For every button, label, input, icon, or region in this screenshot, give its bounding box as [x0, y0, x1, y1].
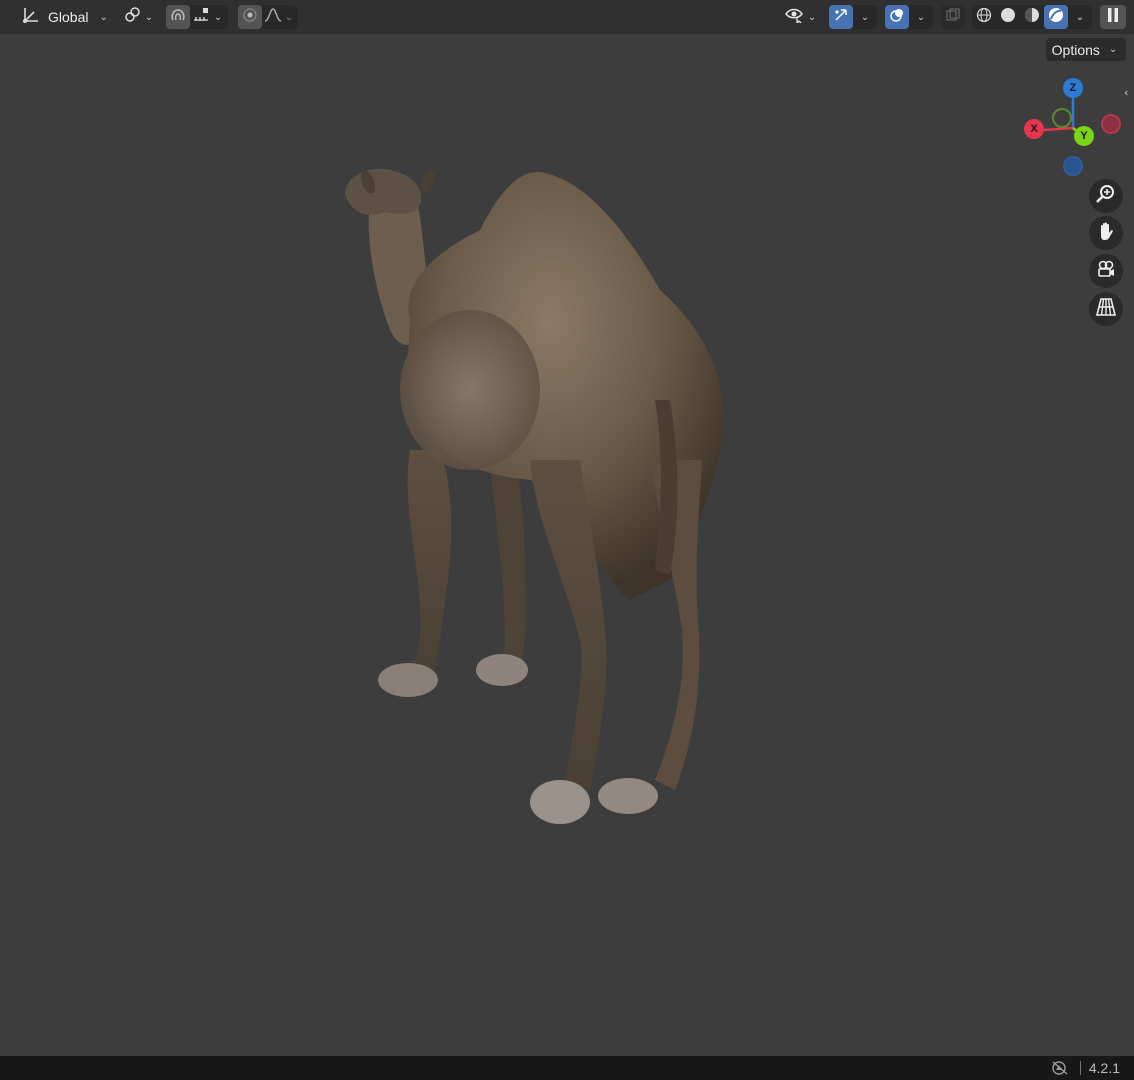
gizmo-dropdown[interactable]: ⌄: [853, 5, 877, 29]
gizmo-neg-y-axis[interactable]: [1052, 108, 1072, 128]
chevron-down-icon: ⌄: [144, 11, 154, 23]
pan-button[interactable]: [1089, 216, 1123, 250]
proportional-editing-toggle[interactable]: [238, 5, 262, 29]
version-label: 4.2.1: [1079, 1061, 1120, 1075]
overlays-toggle[interactable]: [885, 5, 909, 29]
pause-render-icon: [1106, 7, 1120, 27]
navigation-gizmo[interactable]: Z X Y: [1018, 74, 1128, 178]
chevron-down-icon: ⌄: [213, 11, 223, 23]
chevron-down-icon: ⌄: [916, 11, 926, 23]
chevron-down-icon: ⌄: [1075, 11, 1085, 23]
falloff-dropdown[interactable]: ⌄: [262, 5, 298, 29]
wireframe-shading-button[interactable]: [972, 5, 996, 29]
gizmo-y-label: Y: [1080, 130, 1088, 142]
snap-target-dropdown[interactable]: ⌄: [190, 5, 228, 29]
shading-dropdown[interactable]: ⌄: [1068, 5, 1092, 29]
perspective-toggle-button[interactable]: [1089, 292, 1123, 326]
rendered-shading-icon: [1048, 7, 1064, 27]
chevron-down-icon: ⌄: [1108, 44, 1118, 55]
chevron-down-icon: ⌄: [860, 11, 870, 23]
gizmo-neg-z-axis[interactable]: [1063, 156, 1083, 176]
gizmo-z-axis[interactable]: Z: [1063, 78, 1083, 98]
overlays-icon: [889, 7, 905, 27]
overlays-dropdown[interactable]: ⌄: [909, 5, 933, 29]
gizmo-toggle[interactable]: [829, 5, 853, 29]
pan-hand-icon: [1095, 220, 1117, 246]
xray-icon: [945, 7, 961, 27]
camel-3d-model[interactable]: [330, 160, 740, 840]
transform-orientation-icon: [22, 6, 40, 28]
selectability-visibility-icon: [784, 7, 805, 27]
pause-render-button[interactable]: [1100, 5, 1126, 29]
zoom-icon: [1095, 183, 1117, 209]
pivot-point-dropdown[interactable]: ⌄: [122, 5, 158, 29]
transform-orientation-dropdown[interactable]: Global ⌄: [18, 5, 114, 29]
pivot-point-icon: [124, 6, 142, 28]
camera-view-button[interactable]: [1089, 254, 1123, 288]
material-preview-icon: [1024, 7, 1040, 27]
snap-magnet-icon: [170, 7, 186, 27]
xray-toggle[interactable]: [941, 5, 965, 29]
viewport-gizmo-icon: [833, 7, 849, 27]
gizmo-z-label: Z: [1069, 82, 1077, 94]
gizmo-neg-x-axis[interactable]: [1101, 114, 1121, 134]
gizmo-x-label: X: [1030, 123, 1038, 135]
perspective-grid-icon: [1095, 296, 1117, 322]
rendered-shading-button[interactable]: [1044, 5, 1068, 29]
chevron-down-icon: ⌄: [99, 11, 108, 23]
status-bar: 4.2.1: [0, 1056, 1134, 1080]
proportional-editing-icon: [242, 7, 258, 27]
options-label: Options: [1051, 41, 1100, 58]
wireframe-shading-icon: [976, 7, 992, 27]
3d-viewport[interactable]: Global ⌄ ⌄ ⌄ ⌄ ⌄ ⌄ ⌄ ⌄ Options ⌄ ‹ Z X Y: [0, 0, 1134, 1056]
solid-shading-icon: [1000, 7, 1016, 27]
camera-view-icon: [1095, 258, 1117, 284]
selectability-visibility-dropdown[interactable]: ⌄: [782, 5, 822, 29]
solid-shading-button[interactable]: [996, 5, 1020, 29]
options-dropdown[interactable]: Options ⌄: [1046, 38, 1126, 61]
gizmo-x-axis[interactable]: X: [1024, 119, 1044, 139]
transform-orientation-label: Global: [48, 9, 89, 25]
falloff-curve-icon: [264, 7, 282, 27]
chevron-down-icon: ⌄: [807, 11, 817, 23]
gizmo-y-axis[interactable]: Y: [1074, 126, 1094, 146]
scene-statistics-icon[interactable]: [1050, 1060, 1070, 1076]
material-preview-button[interactable]: [1020, 5, 1044, 29]
snap-toggle[interactable]: [166, 5, 190, 29]
zoom-button[interactable]: [1089, 179, 1123, 213]
snap-increment-icon: [193, 7, 211, 27]
viewport-header: Global ⌄ ⌄ ⌄ ⌄ ⌄ ⌄ ⌄ ⌄: [0, 0, 1134, 34]
chevron-down-icon: ⌄: [284, 11, 294, 23]
